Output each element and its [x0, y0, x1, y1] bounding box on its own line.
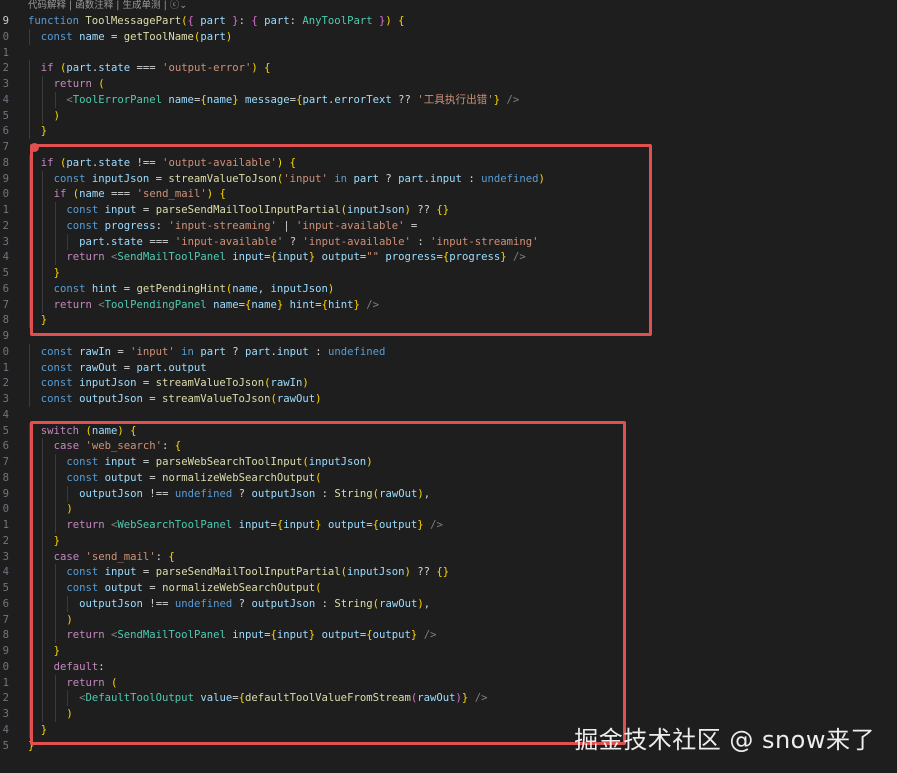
code-line[interactable]: 3 return ( — [0, 76, 897, 92]
line-number[interactable]: 2 — [0, 690, 9, 706]
line-number[interactable]: 3 — [0, 76, 9, 92]
line-number[interactable]: 8 — [0, 470, 9, 486]
code-line[interactable]: 2 const inputJson = streamValueToJson(ra… — [0, 375, 897, 392]
code-text: const rawIn = 'input' in part ? part.inp… — [40, 345, 386, 358]
code-line[interactable]: 1 — [0, 45, 897, 61]
code-line[interactable]: 1 const rawOut = part.output — [0, 359, 897, 376]
code-line[interactable]: 4 <ToolErrorPanel name={name} message={p… — [0, 91, 897, 108]
line-number[interactable]: 5 — [0, 108, 9, 124]
line-number[interactable]: 7 — [0, 139, 9, 155]
line-number[interactable]: 3 — [0, 234, 9, 250]
line-number[interactable]: 8 — [0, 312, 9, 328]
line-number[interactable]: 1 — [0, 202, 9, 218]
line-number[interactable]: 4 — [0, 722, 9, 738]
code-text: return ( — [53, 78, 105, 90]
line-number[interactable]: 5 — [0, 580, 9, 596]
line-number[interactable]: 7 — [0, 612, 9, 628]
code-line[interactable]: 2 if (part.state === 'output-error') { — [0, 60, 897, 77]
code-line[interactable]: 9 function ToolMessagePart({ part }: { pa… — [0, 13, 897, 29]
line-number[interactable]: 0 — [0, 186, 9, 202]
line-number[interactable]: 6 — [0, 438, 9, 454]
line-number[interactable]: 9 — [0, 486, 9, 502]
line-number[interactable]: 0 — [0, 29, 9, 45]
code-text: } — [40, 125, 48, 138]
code-text: const rawOut = part.output — [40, 361, 207, 374]
line-number[interactable]: 4 — [0, 564, 9, 580]
codelens-bar: 代码解释 | 函数注释 | 生成单测 | ⓒ⌄ — [28, 0, 188, 11]
line-number[interactable]: 3 — [0, 391, 9, 407]
line-number[interactable]: 5 — [0, 738, 9, 754]
highlight-box-pending — [30, 144, 652, 336]
code-text: ) — [53, 109, 60, 122]
line-number[interactable]: 9 — [0, 643, 9, 659]
line-number[interactable]: 6 — [0, 123, 9, 139]
highlight-box-switch — [30, 421, 626, 745]
code-text: const inputJson = streamValueToJson(rawI… — [40, 377, 309, 390]
code-text: if (part.state === 'output-error') { — [40, 62, 271, 75]
code-text: function ToolMessagePart({ part }: { par… — [28, 15, 405, 27]
code-text: <ToolErrorPanel name={name} message={par… — [66, 93, 520, 106]
line-number[interactable]: 3 — [0, 549, 9, 565]
code-line[interactable]: 3 const outputJson = streamValueToJson(r… — [0, 391, 897, 407]
line-number[interactable]: 5 — [0, 423, 9, 439]
line-number[interactable]: 7 — [0, 454, 9, 470]
line-number[interactable]: 5 — [0, 265, 9, 281]
line-number[interactable]: 8 — [0, 155, 9, 171]
line-number[interactable]: 3 — [0, 706, 9, 722]
line-number[interactable]: 4 — [0, 92, 9, 108]
code-line[interactable]: 6 } — [0, 123, 897, 140]
line-number[interactable]: 2 — [0, 60, 9, 76]
line-number[interactable]: 1 — [0, 360, 9, 376]
code-line[interactable]: 0 const name = getToolName(part) — [0, 28, 897, 45]
line-number[interactable]: 1 — [0, 517, 9, 533]
code-line[interactable]: 0 const rawIn = 'input' in part ? part.i… — [0, 343, 897, 360]
line-number[interactable]: 1 — [0, 675, 9, 691]
line-number[interactable]: 9 — [0, 13, 9, 29]
line-number[interactable]: 2 — [0, 218, 9, 234]
line-number[interactable]: 2 — [0, 533, 9, 549]
codelens-more[interactable]: | ⓒ⌄ — [164, 0, 188, 11]
codelens-explain[interactable]: 代码解释 — [28, 0, 66, 11]
line-number[interactable]: 7 — [0, 297, 9, 313]
line-number[interactable]: 6 — [0, 596, 9, 612]
watermark: 掘金技术社区 @ snow来了 — [574, 726, 875, 754]
line-number[interactable]: 9 — [0, 171, 9, 187]
line-number[interactable]: 9 — [0, 328, 9, 344]
codelens-comment[interactable]: 函数注释 — [75, 0, 113, 11]
line-number[interactable]: 8 — [0, 627, 9, 643]
breakpoint-marker[interactable] — [30, 143, 39, 152]
line-number[interactable]: 0 — [0, 659, 9, 675]
line-number[interactable]: 6 — [0, 281, 9, 297]
codelens-unittest[interactable]: 生成单测 — [123, 0, 161, 11]
line-number[interactable]: 4 — [0, 249, 9, 265]
line-number[interactable]: 0 — [0, 344, 9, 360]
code-text: const outputJson = streamValueToJson(raw… — [40, 393, 322, 405]
line-number[interactable]: 1 — [0, 45, 9, 61]
line-number[interactable]: 0 — [0, 501, 9, 517]
line-number[interactable]: 4 — [0, 407, 9, 423]
code-line[interactable]: 5 ) — [0, 107, 897, 124]
line-number[interactable]: 2 — [0, 375, 9, 391]
code-text: const name = getToolName(part) — [40, 30, 233, 43]
